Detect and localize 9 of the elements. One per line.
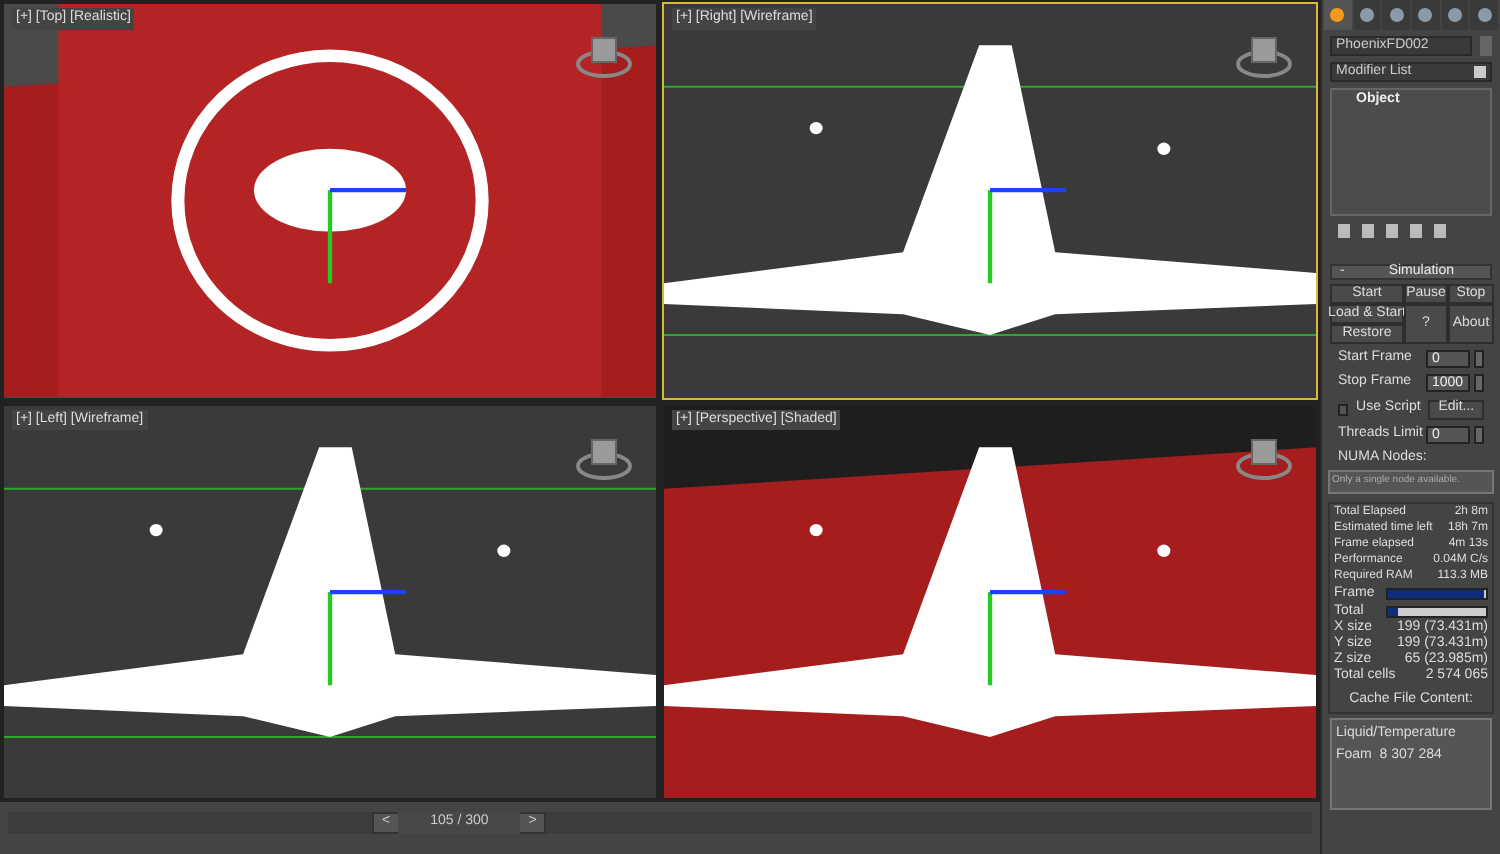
checkbox[interactable] (1338, 403, 1349, 415)
tab-icon (1360, 8, 1374, 22)
panel-tab[interactable] (1470, 0, 1499, 30)
panel-tab[interactable] (1382, 0, 1411, 30)
panel-tab[interactable] (1441, 0, 1469, 30)
panel-tab[interactable] (1412, 0, 1440, 30)
object-color-swatch[interactable] (1480, 36, 1492, 56)
panel-tab[interactable] (1324, 0, 1352, 30)
panel-tab[interactable] (1353, 0, 1381, 30)
